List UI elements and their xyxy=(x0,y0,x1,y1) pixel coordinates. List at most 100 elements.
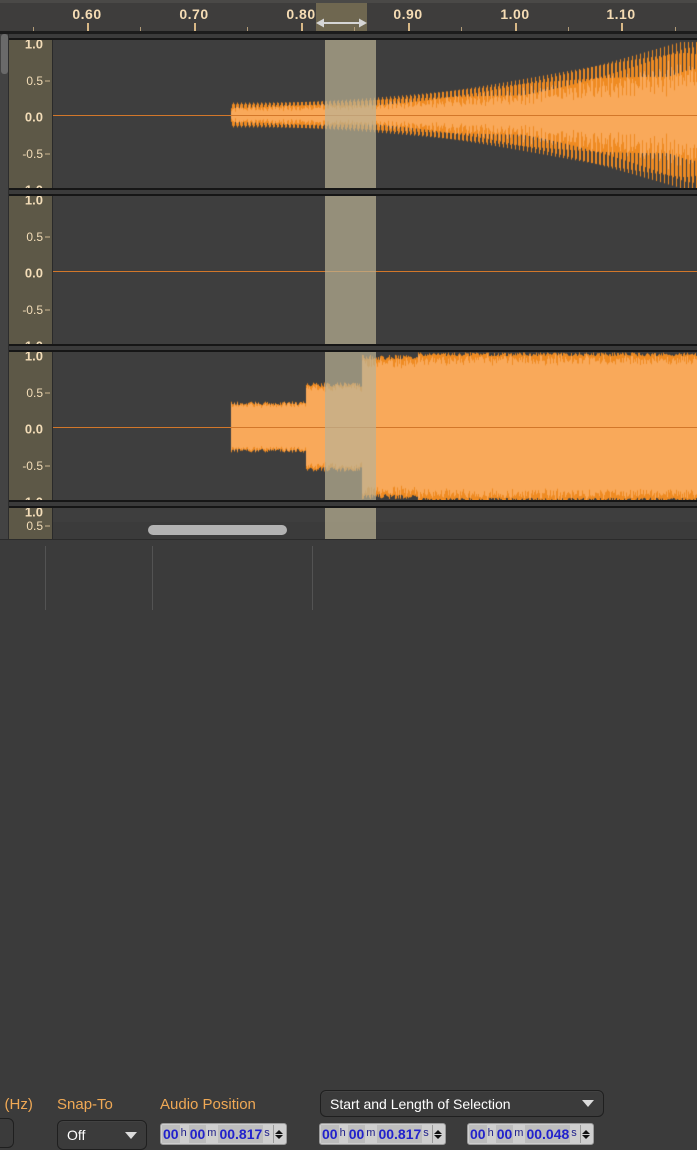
vruler-dash xyxy=(45,236,50,237)
horizontal-scrollbar[interactable] xyxy=(9,522,697,539)
selection-toolbar: e (Hz) Snap-To Off Audio Position 00 h 0… xyxy=(0,539,697,1150)
project-rate-label: e (Hz) xyxy=(0,1096,33,1113)
track-3[interactable]: 1.0 0.5 0.0 -0.5 -1.0 xyxy=(9,350,697,502)
vruler-dash xyxy=(45,309,50,310)
stepper-up-icon[interactable] xyxy=(434,1129,443,1134)
selection-start-seconds-unit: s xyxy=(423,1127,429,1139)
selection-start-stepper[interactable] xyxy=(431,1125,444,1143)
selection-length-stepper[interactable] xyxy=(579,1125,592,1143)
stepper-down-icon[interactable] xyxy=(582,1134,591,1139)
vruler-dash xyxy=(45,525,50,526)
track-1[interactable]: 1.0 0.5 0.0 -0.5 -1.0 xyxy=(9,38,697,190)
selection-mode-dropdown[interactable]: Start and Length of Selection xyxy=(320,1090,604,1117)
ruler-tick-label: 0.90 xyxy=(393,6,423,22)
stepper-up-icon[interactable] xyxy=(275,1129,284,1134)
selection-start-hours-unit: h xyxy=(339,1127,346,1139)
track-1-vertical-ruler[interactable]: 1.0 0.5 0.0 -0.5 -1.0 xyxy=(9,40,53,188)
selection-length-minutes[interactable]: 00 xyxy=(495,1125,514,1143)
vruler-label: -0.5 xyxy=(22,458,43,473)
selection-start-hours[interactable]: 00 xyxy=(321,1125,339,1143)
audio-position-stepper[interactable] xyxy=(272,1125,285,1143)
vruler-label: 0.0 xyxy=(24,109,43,125)
waveform-canvas xyxy=(53,40,697,188)
project-rate-combo[interactable] xyxy=(0,1118,14,1148)
ruler-tick-major xyxy=(194,23,196,31)
selection-length-minutes-unit: m xyxy=(514,1127,524,1139)
vruler-label: 1.0 xyxy=(24,194,43,208)
zero-amplitude-line xyxy=(53,115,697,116)
vruler-dash xyxy=(45,80,50,81)
vruler-label: -1.0 xyxy=(20,182,43,190)
timeline-ruler[interactable]: 0.60 0.70 0.80 0.90 1.00 1.10 xyxy=(0,0,697,34)
vruler-label: 0.5 xyxy=(26,385,43,400)
waveform-canvas xyxy=(53,352,697,500)
selection-length-seconds[interactable]: 00.048 xyxy=(525,1125,571,1143)
ruler-tick-label: 1.10 xyxy=(606,6,636,22)
stepper-up-icon[interactable] xyxy=(582,1129,591,1134)
vruler-label: 0.5 xyxy=(26,73,43,88)
zero-amplitude-line xyxy=(53,427,697,428)
selection-length-hours-unit: h xyxy=(487,1127,494,1139)
track-1-waveform[interactable] xyxy=(53,40,697,188)
toolbar-separator-1 xyxy=(45,546,46,610)
audio-position-field[interactable]: 00 h 00 m 00.817 s xyxy=(160,1123,287,1145)
track-3-waveform[interactable] xyxy=(53,352,697,500)
ruler-tick-major xyxy=(408,23,410,31)
ruler-tick-major xyxy=(621,23,623,31)
zero-amplitude-line xyxy=(53,271,697,272)
ruler-selection-region[interactable] xyxy=(316,3,367,31)
chevron-down-icon xyxy=(582,1100,594,1107)
track-2[interactable]: 1.0 0.5 0.0 -0.5 -1.0 xyxy=(9,194,697,346)
ruler-tick-major xyxy=(87,23,89,31)
ruler-tick-label: 1.00 xyxy=(500,6,530,22)
vruler-label: -1.0 xyxy=(20,494,43,502)
audio-position-minutes-unit: m xyxy=(207,1127,217,1139)
vruler-dash xyxy=(45,392,50,393)
audio-position-hours[interactable]: 00 xyxy=(162,1125,180,1143)
toolbar-separator-3 xyxy=(312,546,313,610)
horizontal-scrollbar-thumb[interactable] xyxy=(148,525,287,535)
snap-to-value: Off xyxy=(67,1127,86,1143)
selection-start-field[interactable]: 00 h 00 m 00.817 s xyxy=(319,1123,446,1145)
toolbar-separator-2 xyxy=(152,546,153,610)
track-4-vertical-ruler[interactable]: 1.0 0.5 xyxy=(9,508,53,539)
vruler-label: -0.5 xyxy=(22,146,43,161)
snap-to-label: Snap-To xyxy=(57,1096,113,1113)
audio-position-seconds-unit: s xyxy=(264,1127,270,1139)
track-3-vertical-ruler[interactable]: 1.0 0.5 0.0 -0.5 -1.0 xyxy=(9,352,53,500)
audio-position-seconds[interactable]: 00.817 xyxy=(218,1125,264,1143)
snap-to-dropdown[interactable]: Off xyxy=(57,1120,147,1150)
selection-length-hours[interactable]: 00 xyxy=(469,1125,487,1143)
selection-start-minutes-unit: m xyxy=(366,1127,376,1139)
vruler-dash xyxy=(45,465,50,466)
waveform-canvas xyxy=(53,196,697,344)
audio-position-hours-unit: h xyxy=(180,1127,187,1139)
audio-position-minutes[interactable]: 00 xyxy=(188,1125,207,1143)
ruler-tick-major xyxy=(301,23,303,31)
selection-length-seconds-unit: s xyxy=(571,1127,577,1139)
selection-mode-value: Start and Length of Selection xyxy=(330,1095,511,1112)
vertical-scrollbar-thumb[interactable] xyxy=(1,34,8,74)
vruler-label: 1.0 xyxy=(24,350,43,364)
vruler-dash xyxy=(45,153,50,154)
selection-start-seconds[interactable]: 00.817 xyxy=(377,1125,423,1143)
vruler-label: 1.0 xyxy=(24,38,43,52)
vruler-label: -0.5 xyxy=(22,302,43,317)
vruler-label: 0.5 xyxy=(26,229,43,244)
selection-start-minutes[interactable]: 00 xyxy=(347,1125,366,1143)
stepper-down-icon[interactable] xyxy=(275,1134,284,1139)
ruler-tick-label: 0.80 xyxy=(286,6,316,22)
vertical-scrollbar[interactable] xyxy=(0,34,9,539)
ruler-tick-label: 0.60 xyxy=(72,6,102,22)
selection-length-field[interactable]: 00 h 00 m 00.048 s xyxy=(467,1123,594,1145)
vruler-label: 0.0 xyxy=(24,421,43,437)
audio-position-label: Audio Position xyxy=(160,1096,256,1113)
vruler-label: -1.0 xyxy=(20,338,43,346)
ruler-tick-label: 0.70 xyxy=(179,6,209,22)
ruler-tick-major xyxy=(515,23,517,31)
track-panel: 1.0 0.5 0.0 -0.5 -1.0 1.0 0.5 0.0 -0.5 -1.0 1.0 0.5… xyxy=(0,34,697,539)
stepper-down-icon[interactable] xyxy=(434,1134,443,1139)
track-2-vertical-ruler[interactable]: 1.0 0.5 0.0 -0.5 -1.0 xyxy=(9,196,53,344)
vruler-label: 0.0 xyxy=(24,265,43,281)
track-2-waveform[interactable] xyxy=(53,196,697,344)
